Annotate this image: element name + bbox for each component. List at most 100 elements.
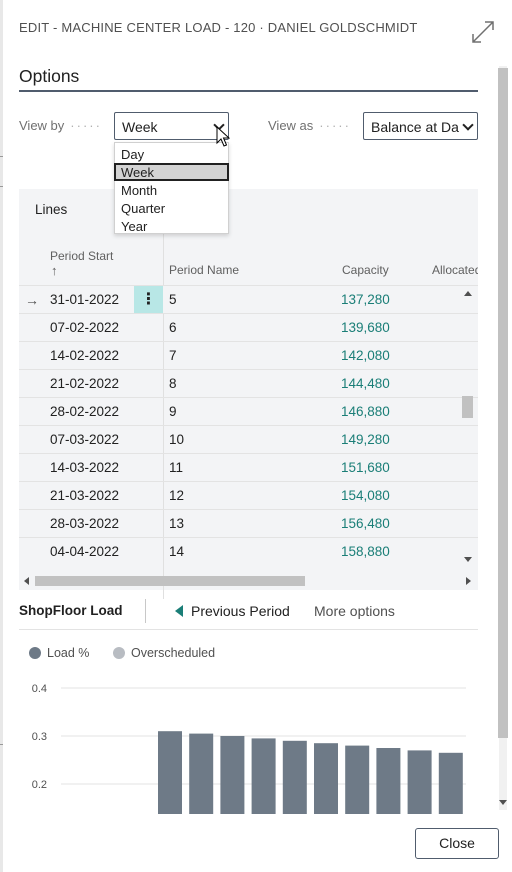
column-header-period-name[interactable]: Period Name bbox=[169, 263, 239, 277]
view-by-value: Week bbox=[122, 119, 158, 135]
edit-dialog: EDIT - MACHINE CENTER LOAD - 120 · DANIE… bbox=[0, 0, 512, 872]
capacity-cell[interactable]: 137,280 bbox=[341, 292, 390, 307]
period-start-cell: 31-01-2022 bbox=[50, 292, 120, 307]
table-row[interactable]: 04-04-2022 14 158,880 bbox=[19, 537, 478, 563]
action-bar-separator bbox=[145, 599, 146, 623]
period-name-cell: 14 bbox=[169, 544, 185, 559]
scroll-left-icon[interactable] bbox=[24, 577, 29, 585]
table-row[interactable]: 28-02-2022 9 146,880 bbox=[19, 397, 478, 425]
period-name-cell: 11 bbox=[169, 460, 184, 475]
y-tick-label: 0.2 bbox=[32, 779, 47, 791]
options-divider bbox=[19, 90, 478, 92]
lines-horizontal-scrollbar-thumb[interactable] bbox=[35, 576, 305, 586]
view-as-label: View as ····· bbox=[268, 118, 351, 133]
load-bar[interactable] bbox=[314, 743, 338, 814]
period-name-cell: 9 bbox=[169, 404, 177, 419]
capacity-cell[interactable]: 158,880 bbox=[341, 544, 390, 559]
table-row[interactable]: 21-02-2022 8 144,480 bbox=[19, 369, 478, 397]
capacity-cell[interactable]: 144,480 bbox=[341, 376, 390, 391]
capacity-cell[interactable]: 146,880 bbox=[341, 404, 390, 419]
load-bar[interactable] bbox=[376, 748, 401, 814]
capacity-cell[interactable]: 139,680 bbox=[341, 320, 390, 335]
scroll-right-icon[interactable] bbox=[466, 577, 471, 585]
dialog-scrollbar-thumb[interactable] bbox=[498, 68, 508, 738]
period-name-cell: 10 bbox=[169, 432, 185, 447]
table-row[interactable]: → 31-01-2022 ⋮ 5 137,280 bbox=[19, 285, 478, 313]
period-start-cell: 07-02-2022 bbox=[50, 320, 120, 335]
table-row[interactable]: 07-03-2022 10 149,280 bbox=[19, 425, 478, 453]
scroll-down-icon[interactable] bbox=[464, 557, 472, 562]
period-name-cell: 7 bbox=[169, 348, 177, 363]
period-name-cell: 6 bbox=[169, 320, 177, 335]
load-bar[interactable] bbox=[158, 731, 182, 814]
period-start-cell: 21-03-2022 bbox=[50, 488, 120, 503]
period-name-cell: 5 bbox=[169, 292, 177, 307]
period-name-cell: 8 bbox=[169, 376, 177, 391]
view-by-select[interactable]: Week bbox=[114, 112, 229, 140]
lines-vertical-scrollbar[interactable] bbox=[461, 287, 475, 563]
table-row[interactable]: 28-03-2022 13 156,480 bbox=[19, 509, 478, 537]
table-row[interactable]: 14-03-2022 11 151,680 bbox=[19, 453, 478, 481]
shopfloor-load-title: ShopFloor Load bbox=[19, 603, 123, 618]
scroll-down-icon[interactable] bbox=[499, 800, 507, 805]
legend-item-overscheduled[interactable]: Overscheduled bbox=[113, 646, 215, 660]
legend-item-load[interactable]: Load % bbox=[29, 646, 89, 660]
load-bar[interactable] bbox=[220, 736, 245, 814]
dropdown-option-day[interactable]: Day bbox=[115, 145, 228, 163]
mouse-pointer-icon bbox=[216, 126, 230, 147]
table-row[interactable]: 07-02-2022 6 139,680 bbox=[19, 313, 478, 341]
period-start-cell: 07-03-2022 bbox=[50, 432, 120, 447]
scroll-up-icon[interactable] bbox=[464, 291, 472, 296]
capacity-cell[interactable]: 142,080 bbox=[341, 348, 390, 363]
options-heading: Options bbox=[19, 66, 80, 86]
period-name-cell: 13 bbox=[169, 516, 185, 531]
load-bar[interactable] bbox=[407, 750, 432, 814]
dropdown-option-quarter[interactable]: Quarter bbox=[115, 199, 228, 217]
table-row[interactable]: 21-03-2022 12 154,080 bbox=[19, 481, 478, 509]
load-bar[interactable] bbox=[189, 733, 214, 814]
legend-dot-icon bbox=[29, 647, 41, 659]
dropdown-option-year[interactable]: Year bbox=[115, 217, 228, 235]
lines-vertical-scrollbar-thumb[interactable] bbox=[462, 396, 473, 418]
view-as-value: Balance at Da bbox=[371, 119, 459, 135]
period-start-cell: 04-04-2022 bbox=[50, 544, 120, 559]
lines-part: Lines Period Start ↑ Period Name Capacit… bbox=[19, 189, 478, 599]
column-header-capacity[interactable]: Capacity bbox=[342, 263, 389, 277]
row-actions-menu-icon[interactable]: ⋮ bbox=[134, 286, 163, 313]
current-row-arrow-icon: → bbox=[25, 292, 39, 308]
capacity-cell[interactable]: 156,480 bbox=[341, 516, 390, 531]
lines-horizontal-scrollbar[interactable] bbox=[19, 574, 478, 588]
period-start-cell: 28-03-2022 bbox=[50, 516, 120, 531]
close-button[interactable]: Close bbox=[415, 828, 499, 859]
previous-arrow-icon bbox=[175, 605, 183, 617]
previous-period-button[interactable]: Previous Period bbox=[191, 603, 290, 619]
more-options-button[interactable]: More options bbox=[314, 603, 395, 619]
table-row[interactable]: 14-02-2022 7 142,080 bbox=[19, 341, 478, 369]
view-by-label: View by ····· bbox=[19, 118, 102, 133]
sort-ascending-icon: ↑ bbox=[51, 263, 58, 278]
period-start-cell: 14-03-2022 bbox=[50, 460, 120, 475]
dropdown-option-week[interactable]: Week bbox=[114, 163, 229, 181]
column-header-allocated[interactable]: Allocated bbox=[432, 263, 478, 277]
shopfloor-load-chart: 0.4 0.3 0.2 bbox=[32, 683, 466, 814]
period-start-cell: 28-02-2022 bbox=[50, 404, 120, 419]
load-bar[interactable] bbox=[251, 738, 276, 814]
period-start-cell: 14-02-2022 bbox=[50, 348, 120, 363]
period-name-cell: 12 bbox=[169, 488, 185, 503]
column-header-period-start[interactable]: Period Start bbox=[50, 249, 113, 263]
capacity-cell[interactable]: 154,080 bbox=[341, 488, 390, 503]
y-tick-label: 0.4 bbox=[32, 683, 47, 695]
dialog-scrollbar[interactable] bbox=[496, 66, 510, 810]
capacity-cell[interactable]: 149,280 bbox=[341, 432, 390, 447]
capacity-cell[interactable]: 151,680 bbox=[341, 460, 390, 475]
load-bar[interactable] bbox=[282, 740, 307, 814]
dropdown-option-month[interactable]: Month bbox=[115, 181, 228, 199]
load-bar[interactable] bbox=[345, 745, 370, 814]
chevron-down-icon bbox=[462, 119, 474, 131]
view-as-select[interactable]: Balance at Da bbox=[363, 112, 478, 140]
expand-icon[interactable] bbox=[471, 20, 495, 44]
load-bar[interactable] bbox=[438, 752, 463, 814]
period-start-cell: 21-02-2022 bbox=[50, 376, 120, 391]
legend-dot-icon bbox=[113, 647, 125, 659]
background-page-edge bbox=[0, 0, 3, 872]
